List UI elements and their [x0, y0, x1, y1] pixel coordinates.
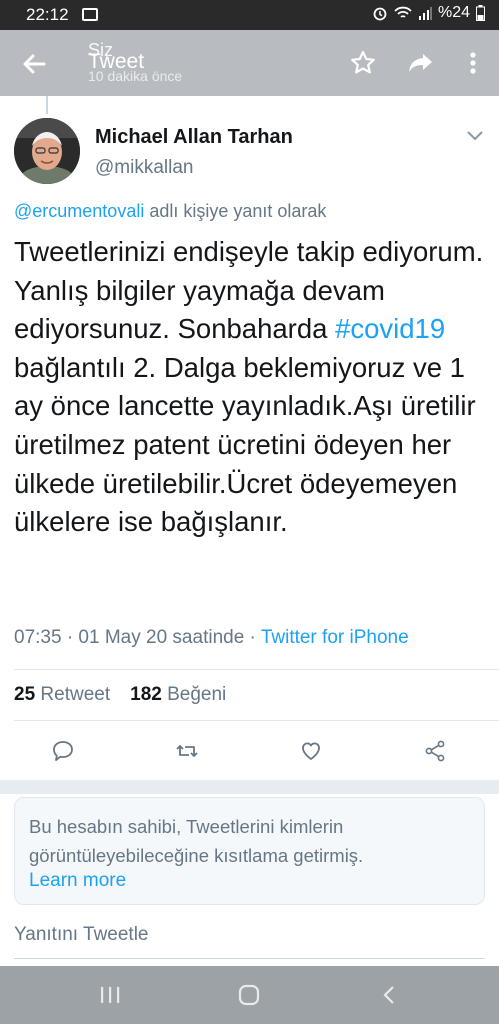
- reply-input-underline: [14, 958, 485, 959]
- divider: [14, 669, 499, 670]
- restriction-notice: Bu hesabın sahibi, Tweetlerini kimlerin …: [14, 797, 485, 905]
- avatar-photo: [14, 118, 80, 184]
- notice-text: Bu hesabın sahibi, Tweetlerini kimlerin …: [29, 816, 364, 866]
- heart-icon[interactable]: [298, 738, 324, 764]
- section-separator: [0, 780, 499, 794]
- share-nodes-icon[interactable]: [422, 738, 448, 764]
- home-icon[interactable]: [237, 984, 261, 1006]
- tweet-text: Tweetlerinizi endişeyle takip ediyorum. …: [14, 233, 489, 542]
- like-count: 182: [130, 684, 162, 705]
- chevron-down-icon[interactable]: [465, 128, 485, 142]
- retweet-label: Retweet: [40, 684, 111, 705]
- share-arrow-icon[interactable]: [405, 48, 435, 78]
- thread-connector: [46, 96, 48, 114]
- learn-more-link[interactable]: Learn more: [29, 870, 126, 892]
- gallery-icon: [82, 8, 98, 21]
- retweet-stat[interactable]: 25 Retweet: [14, 684, 110, 705]
- divider: [14, 720, 499, 721]
- more-vertical-icon[interactable]: [458, 48, 488, 78]
- like-label: Beğeni: [167, 684, 227, 705]
- tweet-text-part-2: bağlantılı 2. Dalga beklemiyoruz ve 1 ay…: [14, 351, 476, 538]
- star-icon[interactable]: [348, 48, 378, 78]
- battery-percent: %24: [437, 4, 470, 21]
- wifi-icon: [394, 6, 412, 18]
- status-icons: %24: [372, 4, 485, 22]
- comment-icon[interactable]: [50, 738, 76, 764]
- author-name[interactable]: Michael Allan Tarhan: [95, 126, 293, 149]
- signal-icon: [418, 7, 432, 20]
- alarm-icon: [373, 7, 387, 21]
- page-subtitle: 10 dakika önce: [88, 68, 183, 84]
- retweet-icon[interactable]: [174, 738, 200, 764]
- tweet-actions: [0, 734, 499, 768]
- avatar[interactable]: [14, 118, 80, 184]
- like-stat[interactable]: 182 Beğeni: [130, 684, 226, 705]
- system-nav-bar: [0, 966, 499, 1024]
- tweet-meta: 07:35 · 01 May 20 saatinde · Twitter for…: [14, 627, 409, 649]
- app-bar: Siz Tweet 10 dakika önce: [0, 30, 499, 96]
- reply-context-suffix: adlı kişiye yanıt olarak: [144, 201, 327, 221]
- tweet-source-link[interactable]: Twitter for iPhone: [261, 627, 409, 648]
- reply-input[interactable]: Yanıtını Tweetle: [14, 924, 149, 946]
- tweet-timestamp: 07:35 · 01 May 20 saatinde ·: [14, 627, 261, 648]
- reply-context: @ercumentovali adlı kişiye yanıt olarak: [14, 201, 326, 222]
- status-bar: 22:12 %24: [0, 0, 499, 30]
- arrow-left-icon[interactable]: [18, 48, 50, 80]
- author-handle[interactable]: @mikkallan: [95, 157, 193, 179]
- recent-apps-icon[interactable]: [98, 984, 122, 1006]
- battery-icon: [476, 5, 485, 21]
- reply-to-mention[interactable]: @ercumentovali: [14, 201, 144, 221]
- back-nav-icon[interactable]: [378, 984, 402, 1006]
- tweet-stats: 25 Retweet 182 Beğeni: [14, 684, 226, 706]
- status-time: 22:12: [26, 5, 69, 24]
- hashtag-link[interactable]: #covid19: [335, 313, 445, 344]
- retweet-count: 25: [14, 684, 36, 705]
